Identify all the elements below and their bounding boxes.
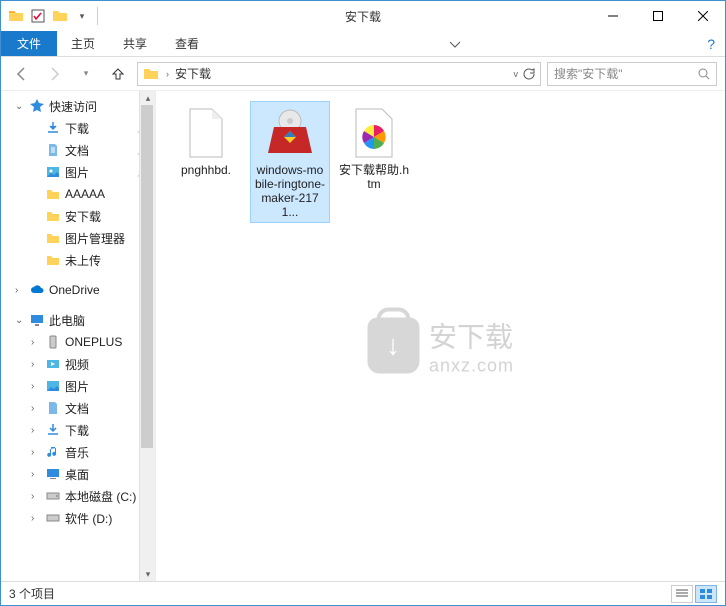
folder-icon <box>45 208 61 224</box>
file-view[interactable]: pnghhbd. windows-mobile-ringtone-maker-2… <box>156 91 725 581</box>
sidebar-item-downloads[interactable]: 下载📌 <box>1 117 155 139</box>
scrollbar-thumb[interactable] <box>141 105 153 448</box>
sidebar-item-disk-d[interactable]: ›软件 (D:) <box>1 507 155 529</box>
file-item[interactable]: 安下载帮助.htm <box>334 101 414 195</box>
blank-file-icon <box>178 105 234 161</box>
document-icon <box>45 400 61 416</box>
close-button[interactable] <box>680 1 725 31</box>
navigation-pane[interactable]: ⌄ 快速访问 下载📌 文档📌 图片📌 AAAAA 安下载 图片管理器 未上传 ›… <box>1 91 156 581</box>
this-pc-node[interactable]: ⌄此电脑 <box>1 309 155 331</box>
sidebar-item-videos[interactable]: ›视频 <box>1 353 155 375</box>
scroll-down-icon[interactable]: ▾ <box>140 567 156 581</box>
sidebar-item-music[interactable]: ›音乐 <box>1 441 155 463</box>
details-view-button[interactable] <box>671 585 693 603</box>
file-item[interactable]: pnghhbd. <box>166 101 246 181</box>
file-label: 安下载帮助.htm <box>338 163 410 191</box>
sidebar-item-disk-c[interactable]: ›本地磁盘 (C:) <box>1 485 155 507</box>
refresh-button[interactable] <box>522 67 536 81</box>
device-icon <box>45 334 61 350</box>
scroll-up-icon[interactable]: ▴ <box>140 91 156 105</box>
window-controls <box>590 1 725 31</box>
search-placeholder: 搜索"安下载" <box>554 65 623 82</box>
status-bar: 3 个项目 <box>1 581 725 605</box>
address-bar[interactable]: › 安下载 v <box>137 62 541 86</box>
sidebar-item-downloads[interactable]: ›下载 <box>1 419 155 441</box>
folder-icon <box>45 186 61 202</box>
back-button[interactable] <box>9 61 35 87</box>
folder-icon <box>142 65 160 83</box>
folder-icon <box>45 252 61 268</box>
titlebar: ▾ 安下载 <box>1 1 725 31</box>
status-text: 3 个项目 <box>9 585 55 602</box>
chevron-right-icon[interactable]: › <box>15 285 25 296</box>
main-area: ⌄ 快速访问 下载📌 文档📌 图片📌 AAAAA 安下载 图片管理器 未上传 ›… <box>1 91 725 581</box>
expand-icon[interactable]: ⌄ <box>15 315 25 326</box>
icons-view-button[interactable] <box>695 585 717 603</box>
folder-icon <box>45 230 61 246</box>
file-label: pnghhbd. <box>181 163 231 177</box>
search-icon <box>698 68 710 80</box>
sidebar-item-pictures[interactable]: 图片📌 <box>1 161 155 183</box>
sidebar-item-folder[interactable]: 安下载 <box>1 205 155 227</box>
tab-view[interactable]: 查看 <box>161 31 213 56</box>
folder-icon <box>7 7 25 25</box>
open-folder-icon[interactable] <box>51 7 69 25</box>
cloud-icon <box>29 282 45 298</box>
up-button[interactable] <box>105 61 131 87</box>
breadcrumb-item[interactable]: 安下载 <box>175 65 211 82</box>
sidebar-item-documents[interactable]: ›文档 <box>1 397 155 419</box>
quick-access-toolbar: ▾ <box>1 7 100 25</box>
window-title: 安下载 <box>345 8 381 25</box>
file-item[interactable]: windows-mobile-ringtone-maker-2171... <box>250 101 330 223</box>
music-icon <box>45 444 61 460</box>
sidebar-item-pictures[interactable]: ›图片 <box>1 375 155 397</box>
ribbon-tabs: 文件 主页 共享 查看 ? <box>1 31 725 57</box>
colorwheel-icon <box>346 105 402 161</box>
download-icon <box>45 120 61 136</box>
address-dropdown-icon[interactable]: v <box>514 69 519 79</box>
help-button[interactable]: ? <box>697 31 725 56</box>
star-icon <box>29 98 45 114</box>
qat-dropdown-icon[interactable]: ▾ <box>73 7 91 25</box>
forward-button[interactable] <box>41 61 67 87</box>
chevron-right-icon[interactable]: › <box>31 337 41 348</box>
chevron-right-icon[interactable]: › <box>166 69 169 79</box>
sidebar-scrollbar[interactable]: ▴ ▾ <box>139 91 155 581</box>
sidebar-item-documents[interactable]: 文档📌 <box>1 139 155 161</box>
minimize-button[interactable] <box>590 1 635 31</box>
properties-icon[interactable] <box>29 7 47 25</box>
download-icon <box>45 422 61 438</box>
file-label: windows-mobile-ringtone-maker-2171... <box>254 163 326 219</box>
tab-home[interactable]: 主页 <box>57 31 109 56</box>
sidebar-item-folder[interactable]: 未上传 <box>1 249 155 271</box>
pictures-icon <box>45 164 61 180</box>
disk-icon <box>45 488 61 504</box>
maximize-button[interactable] <box>635 1 680 31</box>
desktop-icon <box>45 466 61 482</box>
sidebar-item-folder[interactable]: 图片管理器 <box>1 227 155 249</box>
installer-icon <box>262 105 318 161</box>
recent-dropdown[interactable]: ▾ <box>73 61 99 87</box>
pictures-icon <box>45 378 61 394</box>
disk-icon <box>45 510 61 526</box>
watermark-cn: 安下载 <box>429 315 514 355</box>
file-tab[interactable]: 文件 <box>1 31 57 56</box>
tab-share[interactable]: 共享 <box>109 31 161 56</box>
watermark-badge-icon: ↓ <box>367 318 419 374</box>
ribbon-expand-button[interactable] <box>440 31 470 56</box>
navigation-bar: ▾ › 安下载 v 搜索"安下载" <box>1 57 725 91</box>
watermark-en: anxz.com <box>429 355 514 376</box>
sidebar-item-device[interactable]: ›ONEPLUS <box>1 331 155 353</box>
quick-access-node[interactable]: ⌄ 快速访问 <box>1 95 155 117</box>
sidebar-item-desktop[interactable]: ›桌面 <box>1 463 155 485</box>
watermark: ↓ 安下载 anxz.com <box>367 315 514 376</box>
sidebar-item-folder[interactable]: AAAAA <box>1 183 155 205</box>
document-icon <box>45 142 61 158</box>
expand-icon[interactable]: ⌄ <box>15 101 25 112</box>
pc-icon <box>29 312 45 328</box>
video-icon <box>45 356 61 372</box>
search-input[interactable]: 搜索"安下载" <box>547 62 717 86</box>
onedrive-node[interactable]: ›OneDrive <box>1 279 155 301</box>
